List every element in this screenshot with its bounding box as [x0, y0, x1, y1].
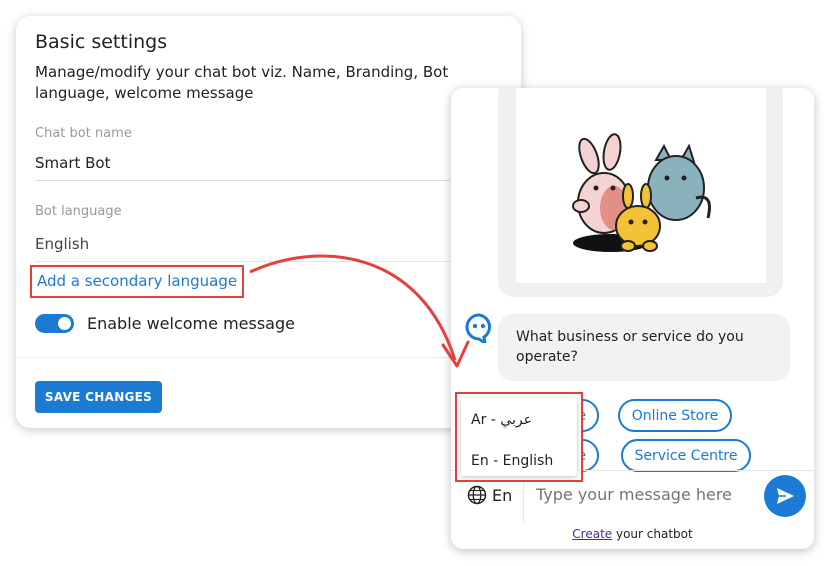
language-code: En [492, 485, 513, 505]
language-dropdown-highlight: Ar - عربي En - English [455, 392, 583, 482]
mascot-image [516, 88, 766, 283]
bot-avatar-icon [465, 313, 493, 347]
language-option-arabic[interactable]: Ar - عربي [471, 412, 532, 428]
welcome-message-toggle[interactable] [35, 314, 74, 333]
basic-settings-card: Basic settings Manage/modify your chat b… [16, 16, 521, 428]
send-button[interactable] [764, 475, 806, 517]
send-icon [777, 488, 794, 504]
bot-name-label: Chat bot name [35, 126, 132, 141]
image-card [498, 88, 783, 297]
create-chatbot-link[interactable]: Create [572, 527, 612, 541]
footer-text: your chatbot [612, 527, 693, 541]
bot-language-select[interactable]: English [35, 235, 450, 262]
option-chip-online-store[interactable]: Online Store [618, 399, 732, 432]
mascot-illustration-icon [572, 133, 711, 252]
language-dropdown-menu: Ar - عربي En - English [461, 398, 577, 476]
language-option-english[interactable]: En - English [471, 453, 553, 469]
divider [16, 357, 456, 358]
settings-description: Manage/modify your chat bot viz. Name, B… [35, 63, 449, 102]
settings-title: Basic settings [35, 31, 168, 53]
bot-name-input[interactable]: Smart Bot [35, 154, 450, 181]
toggle-knob [58, 317, 71, 330]
add-secondary-language-link[interactable]: Add a secondary language [30, 265, 245, 298]
bot-language-label: Bot language [35, 204, 122, 219]
save-changes-button[interactable]: SAVE CHANGES [35, 381, 162, 413]
message-input[interactable] [536, 485, 756, 504]
welcome-message-label: Enable welcome message [87, 314, 295, 333]
globe-icon [467, 485, 487, 505]
welcome-message-row: Enable welcome message [35, 314, 295, 333]
bot-message-bubble: What business or service do you operate? [498, 314, 790, 381]
chat-footer: Create your chatbot [451, 527, 814, 541]
language-switch-button[interactable]: En [467, 485, 512, 505]
option-chip-service-centre[interactable]: Service Centre [621, 439, 751, 472]
